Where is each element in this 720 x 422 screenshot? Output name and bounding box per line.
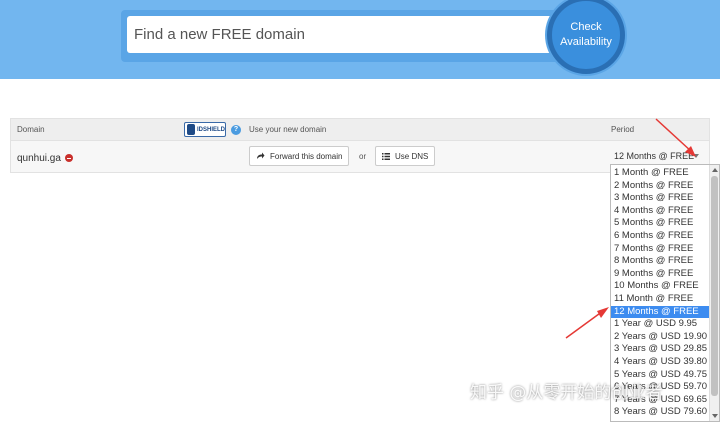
availability-label: Availability [560,36,612,48]
period-option[interactable]: 6 Months @ FREE [611,230,710,243]
period-option[interactable]: 8 Months @ FREE [611,255,710,268]
period-option[interactable]: 3 Months @ FREE [611,192,710,205]
idshield-text: IDSHIELD [196,126,225,133]
period-option[interactable]: 9 Months @ FREE [611,268,710,281]
dropdown-scrollbar[interactable] [709,165,719,421]
annotation-arrow-bottom [565,307,609,339]
period-option[interactable]: 7 Months @ FREE [611,243,710,256]
period-option[interactable]: 3 Years @ USD 29.85 [611,343,710,356]
header-period: Period [611,125,635,134]
period-option[interactable]: 4 Months @ FREE [611,205,710,218]
header-domain: Domain [17,125,45,134]
period-option[interactable]: 10 Months @ FREE [611,280,710,293]
remove-icon[interactable] [65,154,73,162]
forward-arrow-icon [257,152,265,159]
check-label: Check [570,21,602,33]
domain-search-input[interactable]: Find a new FREE domain [127,16,557,53]
idshield-logo: IDSHIELD [184,122,226,137]
period-option[interactable]: 2 Years @ USD 19.90 [611,331,710,344]
forward-label: Forward this domain [270,151,343,161]
period-option[interactable]: 1 Month @ FREE [611,167,710,180]
use-dns-button[interactable]: Use DNS [375,146,436,166]
watermark-text: 知乎 @从零开始的创业者 [470,383,663,403]
list-icon [382,152,390,160]
period-option[interactable]: 4 Years @ USD 39.80 [611,356,710,369]
period-option[interactable]: 8 Years @ USD 79.60 [611,406,710,419]
forward-domain-button[interactable]: Forward this domain [249,146,350,166]
or-label: or [359,152,367,161]
period-option[interactable]: 1 Year @ USD 9.95 [611,318,710,331]
annotation-arrow-top [655,118,696,157]
table-header: Domain IDSHIELD ? Use your new domain Pe… [11,119,709,141]
domain-name: qunhui.ga [17,153,61,164]
dns-label: Use DNS [395,151,429,161]
header-use: Use your new domain [249,125,327,134]
scroll-down-icon[interactable] [712,414,718,418]
domain-table: Domain IDSHIELD ? Use your new domain Pe… [10,118,710,173]
search-placeholder: Find a new FREE domain [134,26,305,43]
lock-icon [187,124,195,135]
period-option[interactable]: 11 Month @ FREE [611,293,710,306]
period-option[interactable]: 5 Months @ FREE [611,217,710,230]
scroll-up-icon[interactable] [712,168,718,172]
help-icon[interactable]: ? [231,125,241,135]
period-option[interactable]: 2 Months @ FREE [611,180,710,193]
period-option[interactable]: 12 Months @ FREE [611,305,710,319]
scroll-thumb[interactable] [711,176,718,396]
